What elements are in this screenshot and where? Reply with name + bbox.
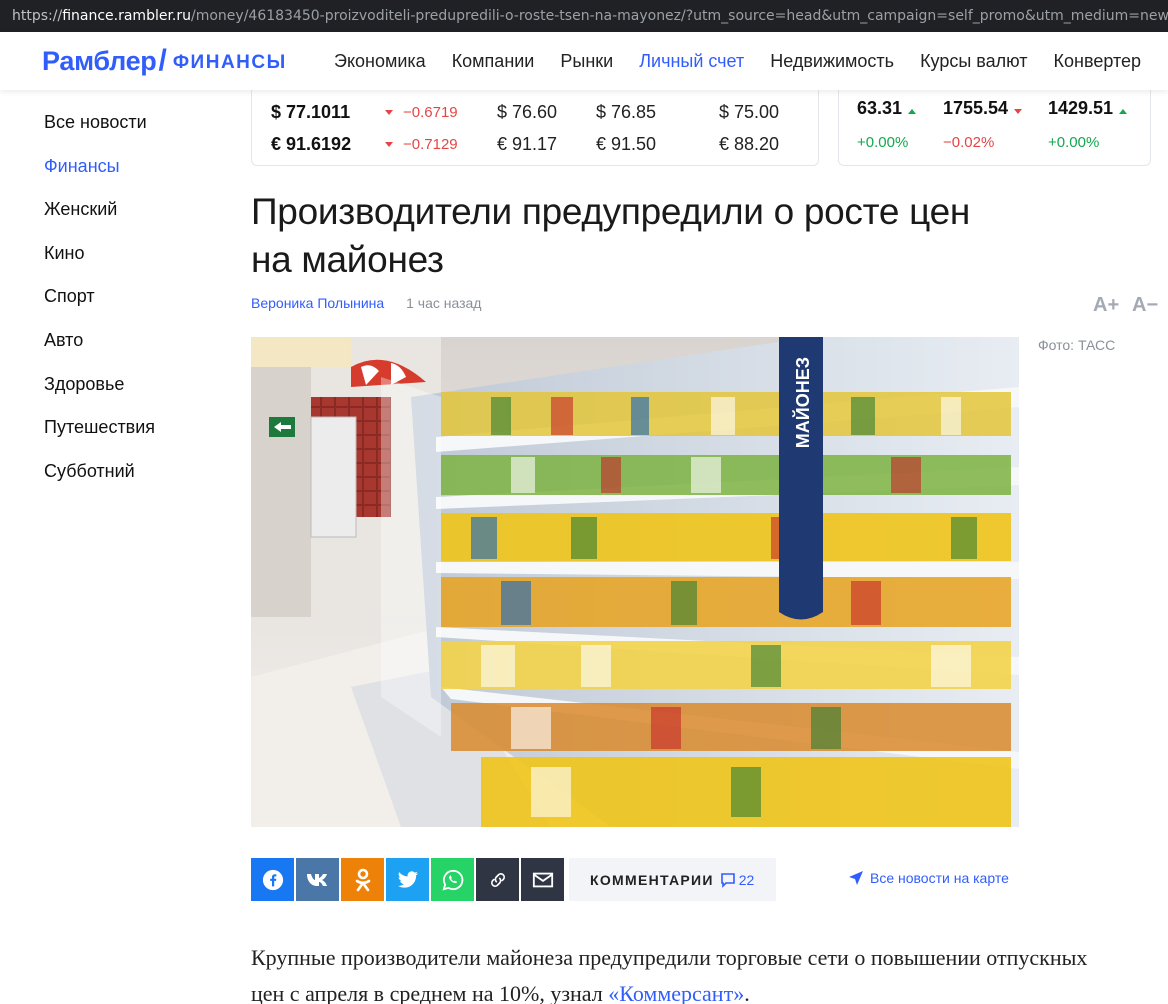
usd-rate-col3: $ 75.00	[719, 101, 780, 122]
sidebar-item-travel[interactable]: Путешествия	[44, 413, 155, 457]
eur-change: −0.7129	[403, 135, 458, 153]
nav-converter[interactable]: Конвертер	[1054, 51, 1142, 72]
email-icon	[532, 872, 553, 887]
eur-rate-row: € 91.6192 −0.7129 € 91.17 € 91.50 € 88.2…	[271, 129, 779, 159]
usd-rate-row: $ 77.1011 −0.6719 $ 76.60 $ 76.85 $ 75.0…	[271, 97, 779, 127]
up-arrow-icon	[1119, 109, 1128, 114]
share-twitter-button[interactable]	[386, 858, 429, 901]
nav-markets[interactable]: Рынки	[560, 51, 613, 72]
article-title: Производители предупредили о росте цен н…	[251, 191, 970, 280]
vk-icon	[306, 873, 327, 886]
source-link[interactable]: «Коммерсант»	[608, 981, 744, 1004]
index-2-change: −0.02%	[943, 134, 995, 151]
facebook-icon	[262, 869, 283, 890]
comments-label: КОММЕНТАРИИ	[590, 871, 714, 888]
author-link[interactable]: Вероника Полынина	[251, 295, 384, 311]
share-vk-button[interactable]	[296, 858, 339, 901]
logo-slash: /	[158, 44, 167, 77]
font-decrease-button[interactable]: A−	[1132, 294, 1158, 317]
logo-section: ФИНАНСЫ	[172, 52, 287, 73]
nav-real-estate[interactable]: Недвижимость	[770, 51, 894, 72]
article-meta: Вероника Полынина 1 час назад	[251, 295, 481, 311]
twitter-icon	[397, 870, 418, 888]
nav-companies[interactable]: Компании	[452, 51, 535, 72]
odnoklassniki-icon	[355, 868, 370, 891]
eur-rate-col3: € 88.20	[719, 133, 780, 154]
whatsapp-icon	[442, 869, 463, 890]
sidebar-item-saturday[interactable]: Субботний	[44, 457, 155, 501]
index-value: 63.31	[857, 98, 926, 119]
usd-rate-col2: $ 76.85	[596, 101, 657, 122]
sidebar-item-auto[interactable]: Авто	[44, 326, 155, 370]
index-value: 1429.51	[1048, 98, 1137, 119]
eur-rate: € 91.6192	[271, 133, 352, 154]
sidebar-item-cinema[interactable]: Кино	[44, 239, 155, 283]
sidebar-item-sport[interactable]: Спорт	[44, 282, 155, 326]
index-1-value: 63.31	[857, 98, 903, 118]
font-increase-button[interactable]: A+	[1093, 294, 1119, 317]
nav-currency-rates[interactable]: Курсы валют	[920, 51, 1027, 72]
index-value: 1755.54	[943, 98, 1032, 119]
index-2-value: 1755.54	[943, 98, 1009, 118]
url-host: finance.rambler.ru	[62, 8, 192, 24]
news-map-label: Все новости на карте	[870, 870, 1009, 886]
mayonnaise-sign-text: МАЙОНЕЗ	[792, 357, 813, 448]
address-bar[interactable]: https://finance.rambler.ru/money/4618345…	[0, 0, 1168, 32]
nav-personal-account[interactable]: Личный счет	[639, 51, 744, 72]
index-3-value: 1429.51	[1048, 98, 1114, 118]
sidebar: Все новости Финансы Женский Кино Спорт А…	[44, 108, 155, 500]
main-nav: Экономика Компании Рынки Личный счет Нед…	[334, 32, 1167, 90]
comment-bubble-icon	[720, 872, 735, 888]
currency-rates-widget[interactable]: $ 77.1011 −0.6719 $ 76.60 $ 76.85 $ 75.0…	[251, 90, 819, 166]
usd-change: −0.6719	[403, 103, 458, 121]
share-odnoklassniki-button[interactable]	[341, 858, 384, 901]
comments-count: 22	[720, 871, 755, 888]
article-photo: МАЙОНЕЗ	[251, 337, 1019, 827]
comments-button[interactable]: КОММЕНТАРИИ 22	[569, 858, 776, 901]
sidebar-item-all-news[interactable]: Все новости	[44, 108, 155, 152]
eur-rate-col2: € 91.50	[596, 133, 657, 154]
sidebar-item-finance[interactable]: Финансы	[44, 152, 155, 196]
indices-widget[interactable]: 63.31 1755.54 1429.51 +0.00% −0.02% +0.0…	[838, 90, 1151, 166]
index-3-change: +0.00%	[1048, 134, 1100, 151]
sidebar-item-health[interactable]: Здоровье	[44, 370, 155, 414]
url-protocol: https://	[12, 8, 63, 24]
copy-link-icon	[490, 872, 505, 887]
photo-credit: Фото: ТАСС	[1038, 337, 1116, 353]
news-map-link[interactable]: Все новости на карте	[848, 870, 1009, 886]
share-facebook-button[interactable]	[251, 858, 294, 901]
comments-count-value: 22	[738, 871, 755, 888]
share-whatsapp-button[interactable]	[431, 858, 474, 901]
supermarket-shelf-image: МАЙОНЕЗ	[251, 337, 1019, 827]
article-lead: Крупные производители майонеза предупред…	[251, 940, 1111, 1004]
lead-end: .	[744, 981, 750, 1004]
down-arrow-icon	[385, 109, 393, 115]
index-1-change: +0.00%	[857, 134, 909, 151]
down-arrow-icon	[385, 141, 393, 147]
sidebar-item-women[interactable]: Женский	[44, 195, 155, 239]
up-arrow-icon	[908, 109, 917, 114]
share-email-button[interactable]	[521, 858, 564, 901]
usd-rate-col1: $ 76.60	[497, 101, 558, 122]
site-logo[interactable]: Рамблер / ФИНАНСЫ	[42, 44, 287, 78]
logo-rambler: Рамблер	[42, 45, 157, 76]
share-bar	[251, 858, 566, 901]
nav-economy[interactable]: Экономика	[334, 51, 426, 72]
url-path: /money/46183450-proizvoditeli-predupredi…	[191, 8, 1168, 24]
site-header: Рамблер / ФИНАНСЫ Экономика Компании Рын…	[0, 32, 1168, 90]
location-arrow-icon	[849, 871, 863, 885]
eur-rate-col1: € 91.17	[497, 133, 558, 154]
usd-rate: $ 77.1011	[271, 101, 351, 122]
down-arrow-icon	[1014, 109, 1023, 114]
copy-link-button[interactable]	[476, 858, 519, 901]
publish-time: 1 час назад	[406, 295, 482, 311]
